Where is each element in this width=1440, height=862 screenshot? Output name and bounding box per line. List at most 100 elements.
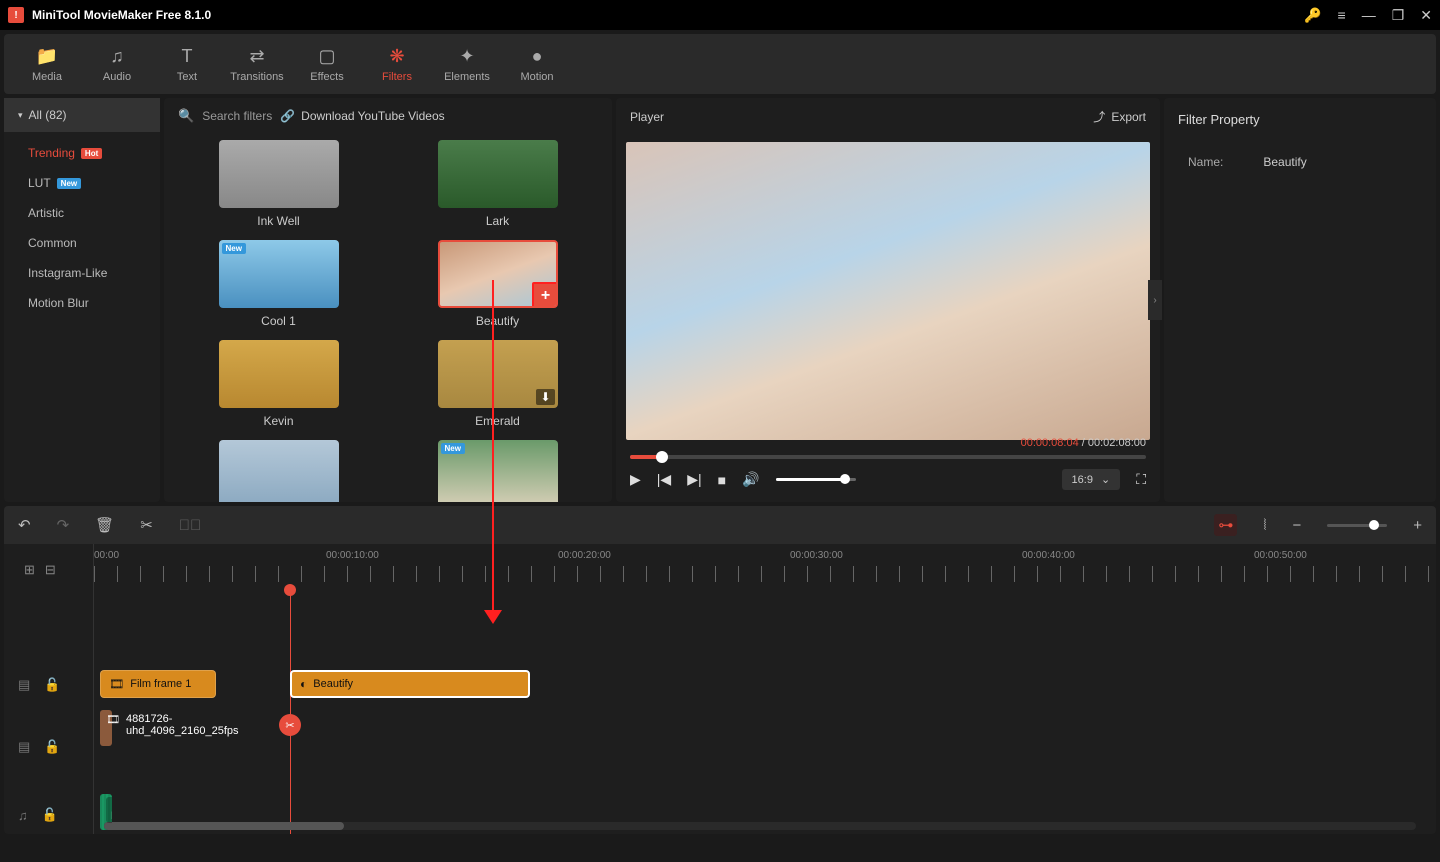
player-title: Player (630, 110, 664, 124)
tab-media[interactable]: 📁Media (12, 42, 82, 87)
delete-button[interactable]: 🗑 (95, 516, 114, 534)
ruler-tick: 00:00:40:00 (1022, 550, 1075, 561)
app-logo-icon: ! (8, 7, 24, 23)
app-title: MiniTool MovieMaker Free 8.1.0 (32, 8, 1304, 22)
link-icon: 🔗 (280, 109, 295, 123)
filter-item-ink-well[interactable]: Ink Well (184, 140, 373, 228)
timeline-remove-icon[interactable]: ⊟ (45, 562, 56, 578)
sidebar-item-motion-blur[interactable]: Motion Blur (4, 288, 160, 318)
undo-button[interactable]: ↶ (18, 516, 31, 534)
ruler-tick: 00:00:10:00 (326, 550, 379, 561)
timeline-add-icon[interactable]: ⊞ (24, 562, 35, 578)
lock-icon[interactable]: 🔓 (44, 739, 60, 755)
lock-icon[interactable]: 🔓 (44, 677, 60, 693)
annotation-arrow (492, 280, 494, 616)
tab-filters[interactable]: ❋Filters (362, 42, 432, 87)
filter-track-icon: ▤ (18, 677, 30, 693)
video-clip[interactable]: 🎞 4881726-uhd_4096_2160_25fps (100, 710, 112, 746)
video-track-icon: ▤ (18, 739, 30, 755)
filter-item-item[interactable]: New (403, 440, 592, 502)
key-icon[interactable]: 🔑 (1304, 7, 1321, 24)
lock-icon[interactable]: 🔓 (42, 807, 58, 823)
crop-button[interactable]: ✂⃞ (179, 517, 202, 534)
property-name-label: Name: (1188, 155, 1223, 169)
maximize-icon[interactable]: ❐ (1392, 7, 1405, 24)
filter-item-beautify[interactable]: +Beautify (403, 240, 592, 328)
download-youtube-link[interactable]: 🔗 Download YouTube Videos (280, 109, 444, 123)
sidebar-all-header[interactable]: All (82) (4, 98, 160, 132)
elements-icon: ✦ (459, 46, 474, 67)
snap-toggle[interactable]: ⦚ (1263, 517, 1266, 534)
add-filter-button[interactable]: + (532, 282, 558, 308)
redo-button[interactable]: ↷ (57, 516, 70, 534)
tab-audio[interactable]: ♫Audio (82, 42, 152, 87)
filter-item-kevin[interactable]: Kevin (184, 340, 373, 428)
prev-frame-button[interactable]: |◀ (657, 471, 671, 488)
tab-transitions[interactable]: ⇄Transitions (222, 42, 292, 87)
timeline-scrollbar[interactable] (104, 822, 1416, 830)
property-panel: Filter Property Name: Beautify (1164, 98, 1436, 502)
motion-icon: ● (532, 46, 543, 67)
property-title: Filter Property (1164, 98, 1436, 141)
property-name-value: Beautify (1263, 155, 1306, 169)
player-progress[interactable]: 00:00:08:04 / 00:02:08:00 (630, 455, 1146, 459)
minimize-icon[interactable]: — (1362, 7, 1376, 23)
tab-elements[interactable]: ✦Elements (432, 42, 502, 87)
hamburger-icon[interactable]: ≡ (1338, 7, 1346, 23)
timeline: ⊞ ⊟ 00:00 00:00:10:00 00:00:20:00 00:00:30:… (4, 544, 1436, 834)
filter-category-sidebar: All (82) TrendingHotLUTNewArtisticCommon… (4, 98, 160, 502)
filter-item-cool-1[interactable]: NewCool 1 (184, 240, 373, 328)
ruler-tick: 00:00:30:00 (790, 550, 843, 561)
media-icon: 📁 (36, 46, 58, 67)
next-frame-button[interactable]: ▶| (687, 471, 701, 488)
player-preview[interactable] (626, 142, 1150, 440)
export-icon: ⤴ (1093, 108, 1105, 125)
sidebar-item-lut[interactable]: LUTNew (4, 168, 160, 198)
annotation-arrow-head (484, 610, 502, 624)
search-input[interactable]: Search filters (202, 109, 272, 123)
ruler-tick: 00:00:20:00 (558, 550, 611, 561)
timeline-ruler[interactable]: ⊞ ⊟ 00:0000:00:10:0000:00:20:0000:00:30:… (94, 544, 1436, 586)
aspect-ratio-select[interactable]: 16:9⌄ (1062, 469, 1121, 490)
zoom-slider[interactable] (1327, 524, 1387, 527)
text-icon: T (182, 46, 193, 67)
close-icon[interactable]: ✕ (1420, 7, 1432, 24)
filter-item-lark[interactable]: Lark (403, 140, 592, 228)
filter-item-item[interactable] (184, 440, 373, 502)
play-button[interactable]: ▶ (630, 471, 641, 488)
sidebar-item-trending[interactable]: TrendingHot (4, 138, 160, 168)
transitions-icon: ⇄ (249, 46, 264, 67)
effects-icon: ▢ (318, 46, 335, 67)
sidebar-item-artistic[interactable]: Artistic (4, 198, 160, 228)
main-tabs: 📁Media♫AudioTText⇄Transitions▢Effects❋Fi… (4, 34, 1436, 94)
chevron-down-icon: ⌄ (1101, 473, 1110, 486)
tab-effects[interactable]: ▢Effects (292, 42, 362, 87)
audio-track-icon: ♫ (18, 808, 28, 823)
zoom-in-button[interactable]: + (1413, 517, 1422, 534)
tab-motion[interactable]: ●Motion (502, 42, 572, 87)
panel-expand-icon[interactable]: › (1148, 280, 1162, 320)
tab-text[interactable]: TText (152, 42, 222, 87)
magnet-toggle[interactable]: ⊶ (1214, 514, 1237, 536)
filter-clip-2[interactable]: ◐ Beautify (290, 670, 530, 698)
music-icon: ♪ (111, 798, 112, 810)
filter-icon: ◐ (300, 677, 307, 691)
search-icon: 🔍 (178, 108, 194, 124)
zoom-out-button[interactable]: − (1292, 517, 1301, 534)
sidebar-item-common[interactable]: Common (4, 228, 160, 258)
filter-list-panel: 🔍 Search filters 🔗 Download YouTube Vide… (164, 98, 612, 502)
volume-slider[interactable] (776, 478, 856, 481)
ruler-tick: 00:00 (94, 550, 119, 561)
filter-item-emerald[interactable]: ⬇Emerald (403, 340, 592, 428)
export-button[interactable]: ⤴ Export (1093, 108, 1146, 125)
timeline-toolbar: ↶ ↷ 🗑 ✂ ✂⃞ ⊶ ⦚ − + (4, 506, 1436, 544)
volume-icon[interactable]: 🔊 (742, 471, 759, 488)
download-icon[interactable]: ⬇ (536, 389, 554, 405)
filter-clip-1[interactable]: 🎞 Film frame 1 (100, 670, 216, 698)
ruler-tick: 00:00:50:00 (1254, 550, 1307, 561)
cut-marker-icon[interactable]: ✂ (279, 714, 301, 736)
split-button[interactable]: ✂ (140, 516, 153, 534)
sidebar-item-instagram-like[interactable]: Instagram-Like (4, 258, 160, 288)
stop-button[interactable]: ■ (718, 472, 726, 488)
fullscreen-icon[interactable]: ⛶ (1136, 471, 1146, 488)
